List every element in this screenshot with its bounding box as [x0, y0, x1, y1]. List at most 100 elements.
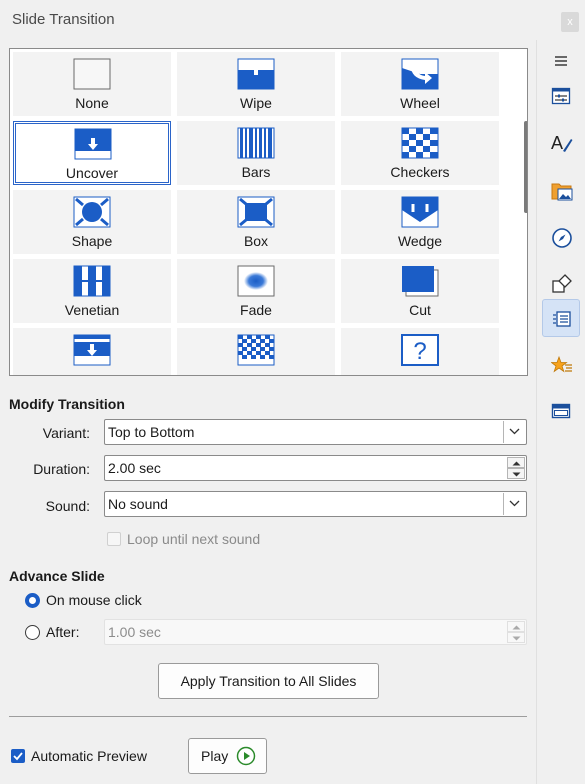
transition-label: Venetian — [64, 302, 120, 318]
sound-label: Sound: — [45, 498, 90, 514]
triangle-up-icon — [512, 461, 521, 466]
master-slides-icon — [551, 403, 571, 419]
box-transition-icon — [237, 196, 275, 228]
fade-transition-icon — [237, 265, 275, 297]
transition-label: Wedge — [397, 233, 443, 249]
apply-to-all-slides-button[interactable]: Apply Transition to All Slides — [158, 663, 379, 699]
sound-dropdown-button[interactable] — [503, 493, 525, 515]
sidebar-gallery-button[interactable] — [542, 171, 580, 209]
play-icon — [236, 746, 256, 766]
shapes-icon — [552, 274, 572, 293]
sidebar-slide-transition-button[interactable] — [542, 299, 580, 337]
triangle-down-icon — [512, 636, 521, 641]
after-time-value: 1.00 sec — [108, 624, 161, 640]
close-icon: x — [567, 16, 573, 28]
transition-tile-cover[interactable] — [13, 328, 171, 375]
uncover-transition-icon — [74, 128, 112, 160]
animation-icon — [551, 355, 572, 373]
transition-tile-venetian[interactable]: Venetian — [13, 259, 171, 323]
title-bar: Slide Transition x — [0, 0, 585, 40]
sound-dropdown[interactable]: No sound — [104, 491, 527, 517]
sidebar-deck: A — [536, 40, 585, 784]
transition-tile-wedge[interactable]: Wedge — [341, 190, 499, 254]
modify-transition-heading: Modify Transition — [9, 396, 125, 412]
duration-stepper[interactable] — [507, 457, 525, 479]
loop-sound-label: Loop until next sound — [127, 531, 261, 547]
loop-sound-checkbox[interactable] — [107, 532, 121, 546]
advance-slide-heading: Advance Slide — [9, 568, 105, 584]
sidebar-animation-button[interactable] — [542, 346, 580, 384]
navigator-icon — [552, 228, 572, 248]
transition-label: Wheel — [400, 95, 440, 111]
transition-label: Uncover — [65, 165, 119, 181]
sound-value: No sound — [108, 496, 168, 512]
wedge-transition-icon — [401, 196, 439, 228]
transition-tile-box[interactable]: Box — [177, 190, 335, 254]
sidebar-shapes-button[interactable] — [542, 264, 580, 302]
play-button[interactable]: Play — [188, 738, 267, 774]
after-radio[interactable] — [25, 625, 40, 640]
variant-dropdown-button[interactable] — [503, 421, 525, 443]
bars-transition-icon — [237, 127, 275, 159]
slide-transition-icon — [553, 311, 571, 327]
transition-tile-none[interactable]: None — [13, 52, 171, 116]
after-time-decrement-button[interactable] — [507, 632, 525, 643]
styles-icon: A — [551, 133, 573, 153]
transition-tile-bars[interactable]: Bars — [177, 121, 335, 185]
transition-gallery[interactable]: None Wipe Wheel Uncover Bars Checkers Sh… — [9, 48, 528, 376]
transition-tile-uncover[interactable]: Uncover — [13, 121, 171, 185]
venetian-transition-icon — [73, 265, 111, 297]
transition-tile-shape[interactable]: Shape — [13, 190, 171, 254]
duration-increment-button[interactable] — [507, 457, 525, 468]
sidebar-styles-button[interactable]: A — [542, 124, 580, 162]
close-button[interactable]: x — [561, 12, 579, 32]
sidebar-menu-button[interactable] — [542, 42, 580, 80]
checkers-transition-icon — [401, 127, 439, 159]
transition-tile-cut[interactable]: Cut — [341, 259, 499, 323]
checkmark-icon — [13, 752, 23, 761]
on-mouse-click-radio[interactable] — [25, 593, 40, 608]
wheel-transition-icon — [401, 58, 439, 90]
cover-transition-icon — [73, 334, 111, 366]
random-transition-icon: ? — [401, 334, 439, 366]
triangle-down-icon — [512, 472, 521, 477]
duration-spinbox[interactable]: 2.00 sec — [104, 455, 527, 481]
transition-tile-wheel[interactable]: Wheel — [341, 52, 499, 116]
wipe-transition-icon — [237, 58, 275, 90]
automatic-preview-checkbox[interactable] — [11, 749, 25, 763]
on-mouse-click-label: On mouse click — [46, 592, 142, 608]
duration-decrement-button[interactable] — [507, 468, 525, 479]
svg-text:A: A — [551, 133, 563, 153]
play-button-label: Play — [201, 748, 229, 764]
variant-dropdown[interactable]: Top to Bottom — [104, 419, 527, 445]
transition-tile-random[interactable]: ? — [341, 328, 499, 375]
svg-text:?: ? — [413, 338, 426, 365]
transition-tile-checkers[interactable]: Checkers — [341, 121, 499, 185]
transition-tile-wipe[interactable]: Wipe — [177, 52, 335, 116]
after-time-increment-button[interactable] — [507, 621, 525, 632]
gallery-scrollbar[interactable] — [524, 121, 527, 213]
transition-tile-dissolve[interactable] — [177, 328, 335, 375]
transition-label: Fade — [240, 302, 272, 318]
sidebar-properties-button[interactable] — [542, 77, 580, 115]
variant-label: Variant: — [42, 425, 90, 441]
menu-icon — [555, 56, 567, 66]
duration-value: 2.00 sec — [108, 460, 161, 476]
dissolve-transition-icon — [237, 334, 275, 366]
transition-label: Wipe — [240, 95, 272, 111]
chevron-down-icon — [509, 500, 520, 507]
sidebar-master-slides-button[interactable] — [542, 392, 580, 430]
transition-label: Checkers — [390, 164, 450, 180]
transition-tile-fade[interactable]: Fade — [177, 259, 335, 323]
transition-label: Shape — [71, 233, 113, 249]
transition-label: Bars — [241, 164, 271, 180]
sidebar-navigator-button[interactable] — [542, 218, 580, 256]
duration-label: Duration: — [33, 461, 90, 477]
after-time-spinbox[interactable]: 1.00 sec — [104, 619, 527, 645]
transition-label: Cut — [409, 302, 431, 318]
footer-divider — [9, 716, 527, 717]
window-title: Slide Transition — [12, 11, 115, 28]
after-time-stepper[interactable] — [507, 621, 525, 643]
none-transition-icon — [73, 58, 111, 90]
after-label: After: — [46, 624, 80, 640]
